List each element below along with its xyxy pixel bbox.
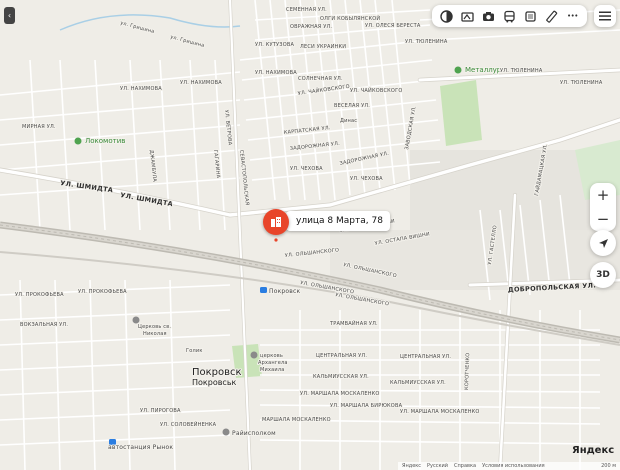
map-canvas[interactable]: Металлург Локомотив Динас Голик Церковь … bbox=[0, 0, 620, 470]
street-tyulenina-3: УЛ. ТЮЛЕНИНА bbox=[560, 80, 603, 86]
footer-link-yandex[interactable]: Яндекс bbox=[402, 463, 421, 469]
more-options-button[interactable]: ••• bbox=[562, 6, 583, 26]
metallurg-icon[interactable] bbox=[454, 66, 462, 74]
street-chekhova: УЛ. ЧЕХОВА bbox=[290, 166, 323, 172]
footer-link-terms[interactable]: Условия использования bbox=[482, 463, 545, 469]
street-kalmiusskaya-2: КАЛЬМИУССКАЯ УЛ. bbox=[390, 380, 446, 386]
bus-icon bbox=[504, 10, 515, 22]
lokomotiv-icon[interactable] bbox=[74, 137, 82, 145]
collapse-panel-button[interactable]: ‹ bbox=[4, 7, 15, 24]
street-mirnaya: МИРНАЯ УЛ. bbox=[22, 124, 56, 130]
church-icon[interactable] bbox=[132, 316, 140, 324]
footer-links: Яндекс Русский Справка Условия использов… bbox=[398, 462, 620, 470]
poi-raispolkom: Райисполком bbox=[232, 430, 276, 437]
location-arrow-icon bbox=[598, 238, 608, 248]
transit-layer-button[interactable] bbox=[499, 6, 520, 26]
zoom-in-button[interactable]: + bbox=[590, 183, 616, 207]
poi-church-1: Церковь св. bbox=[138, 324, 171, 330]
address-label[interactable]: улица 8 Марта, 78 bbox=[286, 211, 390, 231]
street-kalmiusskaya: КАЛЬМИУССКАЯ УЛ. bbox=[313, 374, 369, 380]
street-veselaya: ВЕСЕЛАЯ УЛ. bbox=[334, 103, 370, 109]
camera-icon bbox=[483, 11, 494, 21]
footer-link-language[interactable]: Русский bbox=[427, 463, 448, 469]
street-olesi-beresta: УЛ. ОЛЕСЯ БЕРЕСТА bbox=[365, 23, 421, 29]
poi-bus-station: автостанция Рынок bbox=[108, 444, 173, 451]
poi-station: Покровск bbox=[269, 288, 301, 295]
ruler-icon bbox=[546, 10, 558, 23]
street-tramvainaya: ТРАМВАЙНАЯ УЛ. bbox=[329, 320, 378, 327]
street-soloveynenka: УЛ. СОЛОВЕЙНЕНКА bbox=[160, 421, 217, 428]
raispolkom-icon[interactable] bbox=[222, 428, 230, 436]
railway-station-icon[interactable] bbox=[260, 287, 267, 293]
street-tsentralnaya: ЦЕНТРАЛЬНАЯ УЛ. bbox=[316, 353, 367, 359]
street-prokofeva-2: УЛ. ПРОКОФЬЕВА bbox=[78, 289, 127, 295]
church-2-icon[interactable] bbox=[250, 351, 258, 359]
poi-dinas: Динас bbox=[340, 118, 357, 124]
panorama-icon bbox=[461, 11, 474, 22]
zoom-control: + − bbox=[590, 183, 616, 231]
poi-church-michael-1: церковь bbox=[260, 353, 283, 359]
yandex-logo[interactable]: Яндекс bbox=[572, 445, 614, 456]
view-3d-button[interactable]: 3D bbox=[590, 262, 616, 288]
city-name-uk: Покровськ bbox=[192, 378, 237, 387]
map-style-button[interactable] bbox=[520, 6, 541, 26]
pin-anchor bbox=[274, 238, 278, 242]
poi-church-michael-3: Михаила bbox=[260, 367, 285, 373]
street-solnechnaya: СОЛНЕЧНАЯ УЛ. bbox=[298, 76, 343, 82]
street-semennaya: СЕМЕННАЯ УЛ. bbox=[286, 7, 327, 13]
street-chaikovskogo-2: УЛ. ЧАЙКОВСКОГО bbox=[350, 87, 402, 94]
poi-church-2: Николая bbox=[143, 331, 167, 337]
street-nakhimova: УЛ. НАХИМОВА bbox=[180, 80, 222, 86]
traffic-layer-button[interactable] bbox=[436, 6, 457, 26]
layers-icon bbox=[525, 10, 536, 22]
street-tyulenina: УЛ. ТЮЛЕНИНА bbox=[405, 39, 448, 45]
street-pirogova: УЛ. ПИРОГОВА bbox=[140, 408, 181, 414]
main-menu-button[interactable] bbox=[594, 5, 616, 27]
hamburger-icon bbox=[599, 11, 611, 21]
poi-church-michael-2: Архангела bbox=[258, 360, 288, 366]
ruler-button[interactable] bbox=[541, 6, 562, 26]
street-tyulenina-2: УЛ. ТЮЛЕНИНА bbox=[500, 68, 543, 74]
street-marshala-bryukova: УЛ. МАРШАЛА БИРЮКОВА bbox=[330, 403, 403, 409]
city-name-ru: Покровск bbox=[192, 367, 242, 378]
street-lesi-ukrainki: ЛЕСИ УКРАИНКИ bbox=[300, 44, 346, 50]
street-marshala-moskalenko-2: УЛ. МАРШАЛА МОСКАЛЕНКО bbox=[400, 409, 480, 415]
map-layers-toolbar: ••• bbox=[432, 5, 587, 27]
traffic-icon bbox=[440, 9, 453, 23]
street-kutuzova: УЛ. КУТУЗОВА bbox=[255, 42, 294, 48]
view-3d-label: 3D bbox=[596, 270, 610, 280]
street-vokzalnaya: ВОКЗАЛЬНАЯ УЛ. bbox=[20, 322, 68, 328]
panorama-layer-button[interactable] bbox=[457, 6, 478, 26]
camera-layer-button[interactable] bbox=[478, 6, 499, 26]
street-marshala-moskalenko: УЛ. МАРШАЛА МОСКАЛЕНКО bbox=[300, 391, 380, 397]
park-metallurg bbox=[440, 80, 482, 146]
street-nakhimova-2: УЛ. НАХИМОВА bbox=[120, 86, 162, 92]
street-chekhova-2: УЛ. ЧЕХОВА bbox=[350, 176, 383, 182]
street-nakhimova-3: УЛ. НАХИМОВА bbox=[255, 70, 297, 76]
zoom-out-button[interactable]: − bbox=[590, 207, 616, 231]
poi-lokomotiv: Локомотив bbox=[85, 137, 125, 145]
street-ovrazhnaya: ОВРАЖНАЯ УЛ. bbox=[290, 24, 332, 30]
geolocation-button[interactable] bbox=[590, 230, 616, 256]
location-pin[interactable] bbox=[263, 209, 289, 235]
building-icon bbox=[271, 217, 281, 227]
footer-link-help[interactable]: Справка bbox=[454, 463, 476, 469]
address-text: улица 8 Марта, 78 bbox=[296, 216, 383, 226]
street-marshala-moskalenko-3: МАРШАЛА МОСКАЛЕНКО bbox=[262, 417, 331, 423]
scale-label: 200 м bbox=[601, 463, 616, 469]
poi-golik: Голик bbox=[186, 348, 203, 354]
street-olgi-kobylyanskoy: ОЛГИ КОБЫЛЯНСКОЙ bbox=[320, 15, 380, 22]
street-prokofeva: УЛ. ПРОКОФЬЕВА bbox=[15, 292, 64, 298]
street-tsentralnaya-2: ЦЕНТРАЛЬНАЯ УЛ. bbox=[400, 354, 451, 360]
